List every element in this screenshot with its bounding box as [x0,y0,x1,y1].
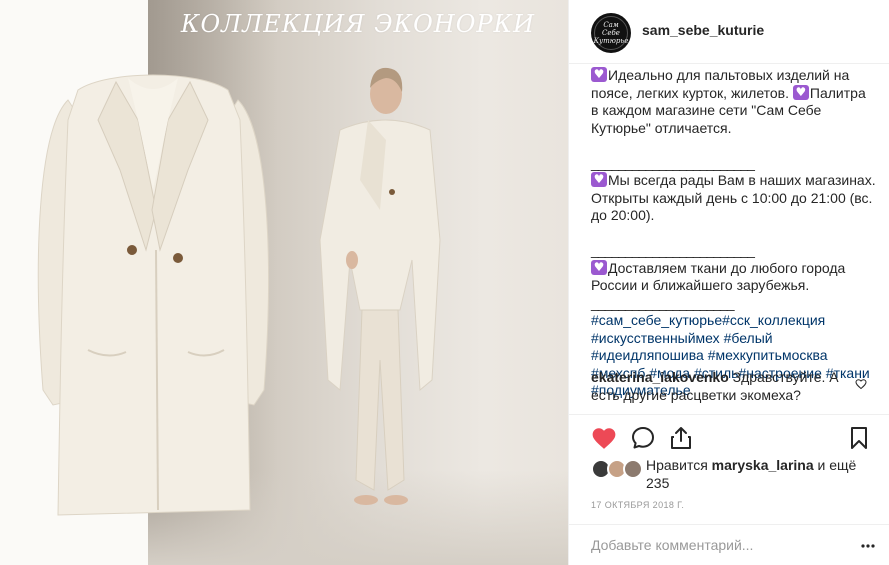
more-icon[interactable] [860,538,876,554]
purple-heart-icon [591,259,607,275]
model-illustration [319,67,441,505]
hashtag-link[interactable]: #белый [724,330,773,346]
comment-icon[interactable] [631,426,655,450]
coat-illustration [37,74,269,516]
collection-title: КОЛЛЕКЦИЯ ЭКОНОРКИ [180,10,536,38]
avatar[interactable] [623,459,643,479]
heart-icon[interactable] [855,378,867,390]
heart-icon[interactable] [591,426,617,450]
purple-heart-icon [591,66,607,82]
actions-divider [569,414,889,415]
comment-input[interactable] [591,537,831,553]
caption-text-2: Мы всегда рады Вам в наших магазинах. От… [591,172,876,223]
bookmark-icon[interactable] [850,426,868,450]
hashtag-link[interactable]: #мехкупитьмосква [708,347,828,363]
divider-line: _____________________ [591,294,735,311]
post-caption: Идеально для пальтовых изделий на поясе,… [591,66,877,400]
username-link[interactable]: sam_sebe_kuturie [642,22,764,38]
hashtag-link[interactable]: #сск_коллекция [722,312,825,328]
divider-line: ________________________ [591,242,755,258]
divider-line: ________________________ [591,154,755,171]
comment-username[interactable]: ekaterina_iakovenko [591,369,729,385]
hashtag-link[interactable]: #искусственныймех [591,330,720,346]
post-header: Сам Себе Кутюрье sam_sebe_kuturie [569,0,889,64]
post-date[interactable]: 17 ОКТЯБРЯ 2018 Г. [591,500,684,510]
avatar-logo: Сам Себе Кутюрье [594,16,628,50]
purple-heart-icon [591,171,607,187]
add-comment-section [569,524,889,565]
comment: ekaterina_iakovenko Здравствуйте. А есть… [591,369,851,404]
caption-text-3: Доставляем ткани до любого города России… [591,259,846,294]
hashtag-link[interactable]: #идеидляпошива [591,347,704,363]
likes-username[interactable]: maryska_larina [712,457,814,473]
post-sidebar: Сам Себе Кутюрье sam_sebe_kuturie Идеаль… [568,0,889,565]
hashtag-link[interactable]: #сам_себе_кутюрье [591,312,722,328]
purple-heart-icon [792,84,809,100]
share-icon[interactable] [670,426,692,450]
post-image[interactable]: КОЛЛЕКЦИЯ ЭКОНОРКИ [0,0,568,565]
likes-text: Нравится maryska_larina и ещё 235 [646,457,876,492]
avatar[interactable]: Сам Себе Кутюрье [591,13,631,53]
likes-summary: Нравится maryska_larina и ещё 235 [591,457,881,493]
likes-prefix: Нравится [646,457,708,473]
